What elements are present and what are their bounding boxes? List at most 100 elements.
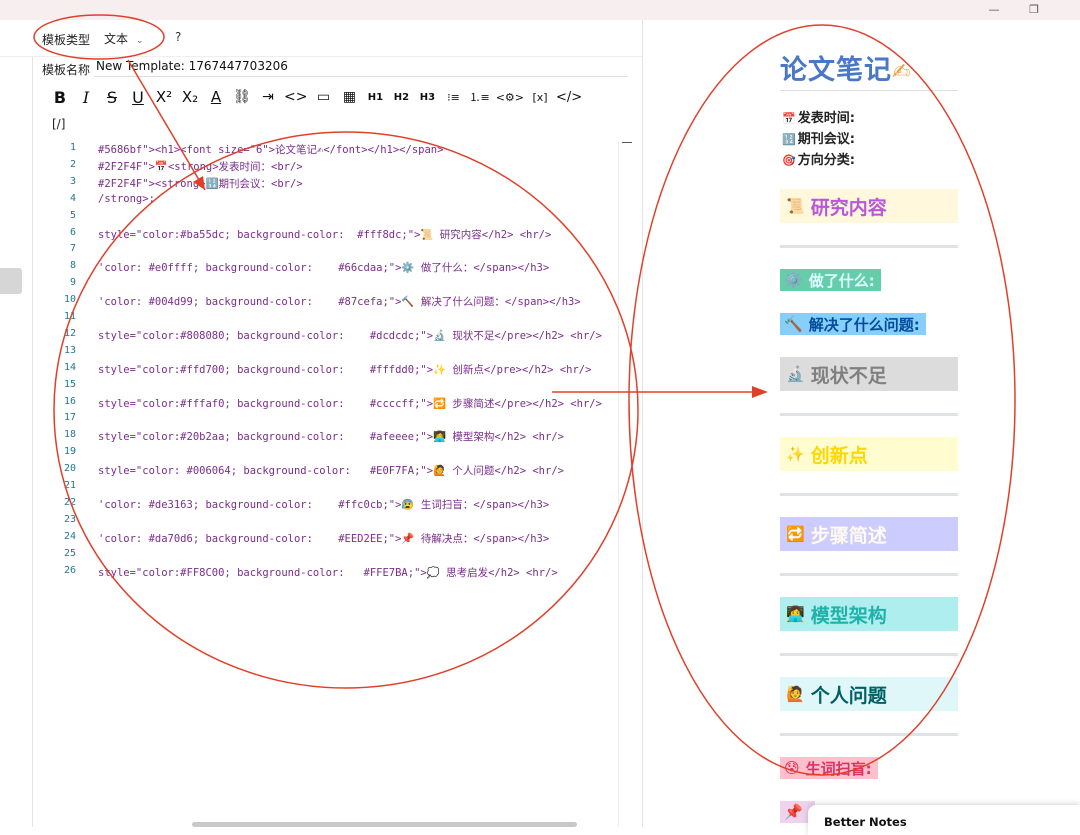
code-line[interactable]: 'color: #e0ffff; background-color: #66cd… (98, 260, 549, 275)
heading3-button[interactable]: H3 (417, 86, 437, 108)
code-editor[interactable]: #5686bf"><h1><font size="6">论文笔记✍</font>… (98, 142, 628, 802)
minimize-button[interactable]: — (986, 2, 1002, 18)
link-icon[interactable]: ⛓ (232, 86, 252, 108)
section-divider (780, 413, 958, 416)
template-type-label: 模板类型 (42, 33, 91, 47)
numbered-list-icon[interactable]: ⒈≡ (469, 86, 489, 108)
help-button[interactable]: ? (175, 30, 181, 44)
section-divider (780, 573, 958, 576)
line-number: 8 (69, 260, 76, 272)
line-number: 17 (63, 412, 76, 424)
template-name-input[interactable] (94, 56, 628, 77)
code-line[interactable]: style="color:#20b2aa; background-color: … (98, 429, 564, 444)
heading-text: 生词扫盲: (805, 759, 872, 778)
formula-icon[interactable]: [x] (530, 86, 550, 108)
preview-heading: 🔬 现状不足 (780, 357, 958, 391)
code-line[interactable]: 'color: #de3163; background-color: #ffc0… (98, 497, 549, 512)
chevron-down-icon: ⌄ (136, 36, 144, 46)
strikethrough-button[interactable]: S (102, 86, 122, 108)
code-line[interactable]: style="color: #006064; background-color:… (98, 463, 564, 478)
line-number: 10 (63, 294, 76, 306)
line-number: 16 (63, 395, 76, 407)
meta-line: 🎯 方向分类: (782, 149, 855, 168)
preview-title: 论文笔记✍ (780, 48, 911, 87)
code-line[interactable]: style="color:#ffd700; background-color: … (98, 362, 591, 377)
code-line[interactable]: style="color:#fffaf0; background-color: … (98, 396, 602, 411)
line-number: 21 (63, 480, 76, 491)
meta-label: 期刊会议: (797, 132, 855, 147)
italic-button[interactable]: I (76, 86, 96, 108)
code-line[interactable]: #2F2F4F"><strong>🔢期刊会议：<br/> (98, 176, 303, 191)
heading-icon: ✨ (786, 445, 805, 463)
heading-icon: 👩‍💻 (786, 605, 805, 623)
html-source-icon[interactable]: </> (556, 86, 582, 108)
heading-icon: 🔬 (786, 365, 805, 383)
superscript-button[interactable]: X² (154, 86, 174, 108)
line-number: 24 (63, 530, 76, 542)
line-number: 14 (63, 361, 76, 373)
line-number: 11 (63, 311, 76, 322)
line-number: 7 (69, 243, 76, 255)
restore-button[interactable]: ❐ (1026, 2, 1042, 18)
source-toggle-button[interactable]: [/] (52, 117, 65, 131)
preview-heading: ✨ 创新点 (780, 437, 958, 471)
window-titlebar: — ❐ (0, 0, 1080, 20)
code-line[interactable]: style="color:#FF8C00; background-color: … (98, 565, 558, 580)
heading-icon: ⚙️ (784, 271, 803, 289)
line-number: 3 (69, 175, 76, 187)
line-number: 23 (63, 513, 76, 525)
heading-icon: 🔁 (786, 525, 805, 543)
table-icon[interactable]: ▦ (339, 86, 359, 108)
notification-toast[interactable]: Better Notes (808, 805, 1080, 835)
code-line[interactable]: #5686bf"><h1><font size="6">论文笔记✍</font>… (98, 142, 443, 157)
horizontal-scrollbar[interactable] (192, 822, 577, 827)
line-number: 19 (63, 446, 76, 458)
preview-heading: 👩‍💻 模型架构 (780, 597, 958, 631)
heading-text: 创新点 (810, 444, 868, 467)
line-number: 2 (69, 158, 76, 170)
subscript-button[interactable]: X₂ (180, 86, 200, 108)
line-number: 1 (69, 142, 76, 153)
preview-heading: 🔁 步骤简述 (780, 517, 958, 551)
embed-code-icon[interactable]: <⚙> (496, 86, 524, 108)
annotation-arrowhead-right (752, 386, 768, 398)
section-divider (780, 493, 958, 496)
bold-button[interactable]: B (50, 86, 70, 108)
heading1-button[interactable]: H1 (365, 86, 385, 108)
text-color-button[interactable]: A (206, 86, 226, 108)
underline-button[interactable]: U (128, 86, 148, 108)
line-number: 20 (63, 463, 76, 475)
code-line[interactable]: 'color: #da70d6; background-color: #EED2… (98, 531, 549, 546)
line-number: 26 (63, 564, 76, 576)
line-number: 25 (63, 547, 76, 559)
code-line[interactable]: style="color:#ba55dc; background-color: … (98, 227, 551, 242)
heading-text: 模型架构 (810, 604, 887, 627)
line-number: 5 (69, 209, 76, 221)
left-margin-line (32, 56, 33, 827)
code-line[interactable]: 'color: #004d99; background-color: #87ce… (98, 294, 581, 309)
heading-text: 个人问题 (810, 684, 887, 707)
code-line[interactable]: /strong>: (98, 193, 155, 205)
code-line[interactable]: style="color:#808080; background-color: … (98, 328, 602, 343)
meta-line: 📅 发表时间: (782, 107, 855, 126)
preview-heading: 😰 生词扫盲: (780, 757, 878, 779)
heading-text: 解决了什么问题: (808, 315, 920, 334)
preview-heading: 🔨 解决了什么问题: (780, 313, 926, 335)
bullet-list-icon[interactable]: ⁝≡ (443, 86, 463, 108)
horizontal-rule-icon[interactable]: ▭ (313, 86, 333, 108)
code-icon[interactable]: <> (284, 86, 307, 108)
heading-text: 做了什么: (808, 271, 875, 290)
heading-text: 步骤简述 (810, 524, 887, 547)
template-type-select[interactable]: 文本 ⌄ (104, 30, 144, 47)
preview-title-text: 论文笔记 (780, 55, 892, 86)
pane-divider[interactable] (642, 20, 643, 827)
line-number: 18 (63, 429, 76, 441)
editor-toolbar: B I S U X² X₂ A ⛓ ⇥ <> ▭ ▦ H1 H2 H3 ⁝≡ ⒈… (50, 86, 588, 108)
code-line[interactable]: #2F2F4F">📅<strong>发表时间：<br/> (98, 159, 303, 174)
heading2-button[interactable]: H2 (391, 86, 411, 108)
section-divider (780, 733, 958, 736)
indent-list-icon[interactable]: ⇥ (258, 86, 278, 108)
preview-heading: 🙋 个人问题 (780, 677, 958, 711)
section-divider (780, 245, 958, 248)
collapsed-panel-handle[interactable] (0, 268, 22, 294)
